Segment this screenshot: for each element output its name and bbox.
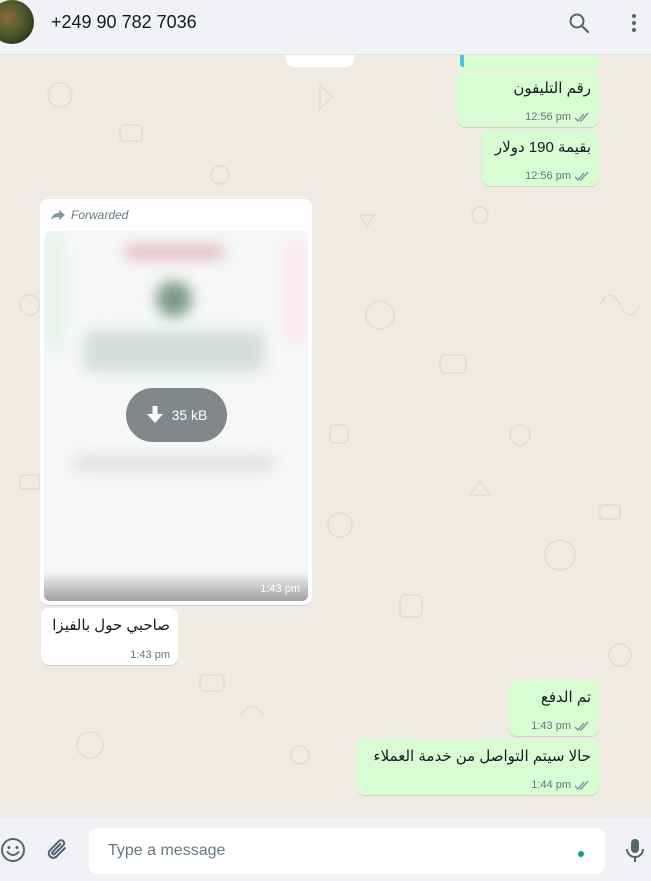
previous-message-stub (286, 55, 354, 67)
download-size: 35 kB (171, 407, 208, 423)
previous-message-stub (457, 55, 599, 69)
message-list[interactable]: رقم التليفون 12:56 pm بقيمة 190 دولار 12… (0, 55, 651, 817)
contact-name[interactable]: +249 90 782 7036 (51, 12, 197, 33)
message-text: رقم التليفون (513, 80, 591, 97)
message-meta: 12:56 pm (525, 170, 591, 182)
message-text: حالا سيتم التواصل من خدمة العملاء (373, 748, 591, 765)
message-time: 1:44 pm (531, 779, 571, 791)
message-time: 12:56 pm (525, 170, 571, 182)
read-ticks-icon (574, 171, 589, 181)
avatar[interactable] (0, 0, 34, 44)
forward-arrow-icon (51, 210, 65, 220)
message-text: بقيمة 190 دولار (494, 139, 591, 156)
message-time: 1:43 pm (130, 649, 170, 661)
message-text: تم الدفع (540, 689, 591, 706)
incoming-message[interactable]: صاحبي حول بالفيزا 1:43 pm (41, 608, 178, 665)
incoming-media-message[interactable]: Forwarded 1:43 pm 35 kB (40, 199, 312, 605)
message-meta: 1:44 pm (531, 779, 591, 791)
read-ticks-icon (574, 780, 589, 790)
quote-bar (460, 55, 464, 67)
message-meta: 1:43 pm (531, 720, 591, 732)
menu-icon[interactable] (622, 11, 646, 35)
message-time: 12:56 pm (525, 111, 571, 123)
outgoing-message[interactable]: رقم التليفون 12:56 pm (457, 71, 599, 127)
outgoing-message[interactable]: بقيمة 190 دولار 12:56 pm (482, 130, 599, 186)
composer-bar (0, 817, 651, 881)
input-indicator-dot (578, 851, 584, 857)
forwarded-text: Forwarded (71, 208, 129, 222)
download-button[interactable]: 35 kB (126, 388, 227, 442)
message-meta: 1:43 pm (130, 649, 170, 661)
outgoing-message[interactable]: حالا سيتم التواصل من خدمة العملاء 1:44 p… (357, 739, 599, 795)
message-time: 1:43 pm (260, 583, 300, 595)
read-ticks-icon (574, 721, 589, 731)
image-preview[interactable]: 1:43 pm 35 kB (44, 231, 308, 601)
message-meta: 12:56 pm (525, 111, 591, 123)
message-text: صاحبي حول بالفيزا (52, 617, 170, 634)
message-time: 1:43 pm (531, 720, 571, 732)
download-icon (146, 406, 163, 423)
chat-header: +249 90 782 7036 (0, 0, 651, 55)
attach-icon[interactable] (45, 837, 71, 863)
message-input[interactable] (89, 828, 605, 874)
forwarded-label: Forwarded (50, 208, 128, 222)
read-ticks-icon (574, 112, 589, 122)
emoji-icon[interactable] (0, 837, 26, 863)
mic-icon[interactable] (622, 837, 648, 863)
outgoing-message[interactable]: تم الدفع 1:43 pm (509, 680, 599, 736)
search-icon[interactable] (567, 11, 591, 35)
